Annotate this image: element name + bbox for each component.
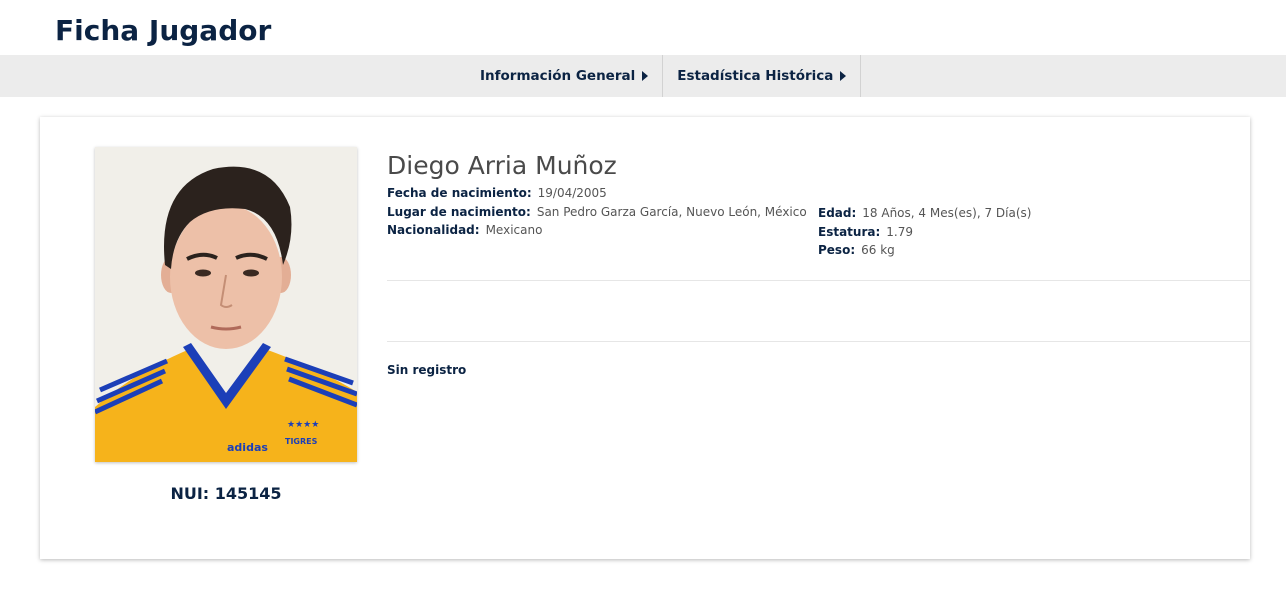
info-column-right: Edad: 18 Años, 4 Mes(es), 7 Día(s) Estatu…: [818, 204, 1031, 260]
birth-place-label: Lugar de nacimiento:: [387, 204, 531, 219]
no-record-text: Sin registro: [387, 363, 467, 377]
caret-right-icon: [840, 71, 847, 81]
player-card: adidas TIGRES ★★★★ NUI: 145145 Diego Arr…: [40, 117, 1250, 559]
birth-place-value: San Pedro Garza García, Nuevo León, Méxi…: [536, 204, 807, 219]
jersey-team-logo: TIGRES: [285, 437, 318, 446]
birth-place-row: Lugar de nacimiento: San Pedro Garza Garc…: [387, 203, 807, 222]
height-value: 1.79: [886, 224, 913, 239]
age-row: Edad: 18 Años, 4 Mes(es), 7 Día(s): [818, 204, 1031, 223]
page-title: Ficha Jugador: [55, 14, 272, 47]
age-value: 18 Años, 4 Mes(es), 7 Día(s): [862, 206, 1032, 220]
weight-value: 66 kg: [861, 243, 895, 257]
divider: [387, 280, 1250, 281]
jersey-stars-icon: ★★★★: [287, 420, 319, 430]
caret-right-icon: [642, 71, 649, 81]
age-label: Edad:: [818, 206, 857, 220]
weight-label: Peso:: [818, 243, 856, 257]
weight-row: Peso: 66 kg: [818, 241, 1031, 260]
navbar: Información General Estadística Históric…: [0, 55, 1286, 97]
nationality-label: Nacionalidad:: [387, 223, 480, 237]
player-name: Diego Arria Muñoz: [387, 151, 617, 180]
nationality-row: Nacionalidad: Mexicano: [387, 221, 807, 240]
birth-date-value: 19/04/2005: [537, 186, 607, 200]
player-nui: NUI: 145145: [170, 484, 282, 503]
tab-estadistica-historica[interactable]: Estadística Histórica: [663, 55, 862, 97]
tab-informacion-general[interactable]: Información General: [466, 55, 664, 97]
height-row: Estatura: 1.79: [818, 223, 1031, 242]
nav-tabs: Información General Estadística Históric…: [466, 55, 862, 97]
player-photo: adidas TIGRES ★★★★: [95, 147, 357, 462]
player-photo-image: adidas TIGRES ★★★★: [95, 147, 357, 462]
nationality-value: Mexicano: [485, 223, 543, 237]
tab-label: Estadística Histórica: [677, 68, 834, 84]
divider: [387, 341, 1250, 342]
height-label: Estatura:: [818, 224, 881, 239]
birth-date-row: Fecha de nacimiento: 19/04/2005: [387, 184, 807, 203]
info-column-left: Fecha de nacimiento: 19/04/2005 Lugar de …: [387, 184, 807, 240]
birth-date-label: Fecha de nacimiento:: [387, 186, 532, 200]
jersey-brand-logo: adidas: [227, 441, 268, 454]
tab-label: Información General: [480, 68, 636, 84]
